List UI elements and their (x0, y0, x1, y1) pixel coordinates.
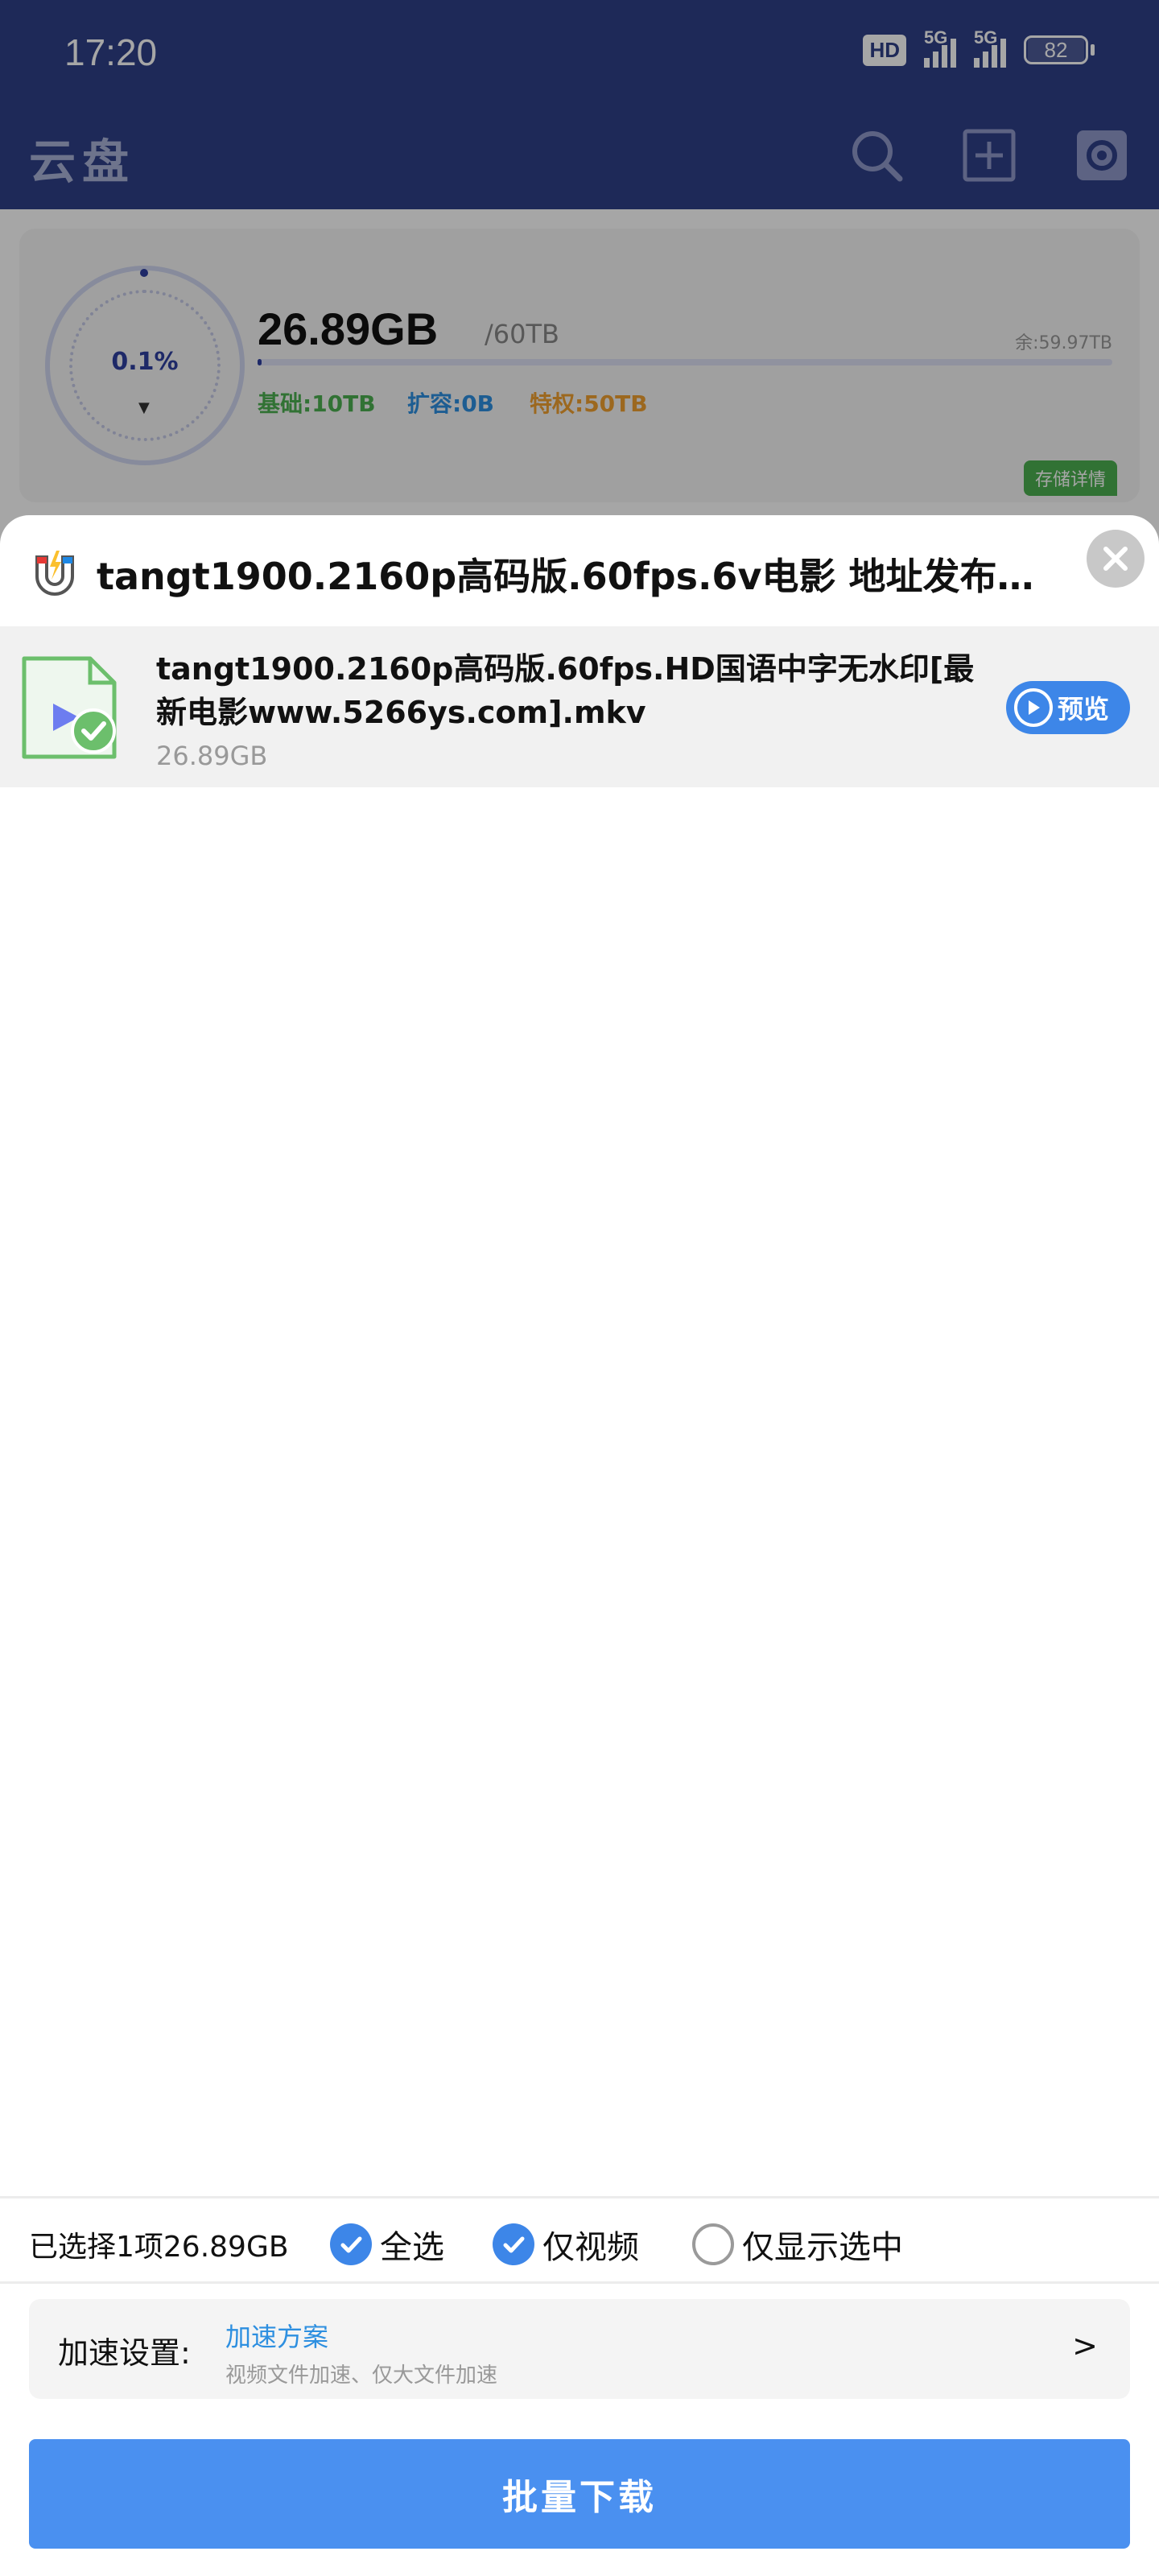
checked-icon (493, 2223, 534, 2265)
app-bar: 云盘 (0, 105, 1159, 209)
storage-used: 26.89GB (258, 303, 439, 354)
unchecked-icon (692, 2223, 734, 2265)
divider (0, 2196, 1159, 2198)
add-icon[interactable] (961, 127, 1017, 184)
close-icon (1103, 547, 1128, 571)
storage-detail-button[interactable]: 存储详情 (1023, 460, 1117, 496)
accel-settings-row[interactable]: 加速设置: 加速方案 视频文件加速、仅大文件加速 > (29, 2299, 1130, 2399)
hd-badge: HD (863, 34, 906, 66)
divider (0, 2281, 1159, 2284)
quota-base: 基础:10TB (258, 390, 376, 417)
storage-card: 0.1% ▼ 26.89GB /60TB 余:59.97TB 基础:10TB 扩… (19, 229, 1140, 502)
status-bar: 17:20 HD 5G 5G 82 (0, 0, 1159, 105)
settings-icon[interactable] (1074, 127, 1130, 184)
video-only-checkbox[interactable]: 仅视频 (493, 2221, 639, 2268)
video-file-icon (22, 656, 117, 759)
status-time: 17:20 (64, 31, 158, 73)
quota-expand: 扩容:0B (407, 390, 495, 417)
selection-bar: 已选择1项26.89GB 全选 仅视频 仅显示选中 (0, 2206, 1159, 2283)
file-name: tangt1900.2160p高码版.60fps.HD国语中字无水印[最新电影w… (156, 651, 975, 730)
status-icons: HD 5G 5G 82 (863, 27, 1095, 68)
signal-label-1: 5G (924, 27, 948, 47)
accel-description: 视频文件加速、仅大文件加速 (225, 2363, 498, 2388)
signal-label-2: 5G (974, 27, 998, 47)
play-icon (1014, 688, 1053, 727)
chevron-right-icon: > (1072, 2328, 1098, 2363)
storage-usage-bar (258, 359, 1112, 365)
storage-percent: 0.1% (111, 348, 179, 376)
batch-download-button[interactable]: 批量下载 (29, 2439, 1130, 2549)
file-size: 26.89GB (156, 741, 268, 771)
select-all-label: 全选 (380, 2229, 444, 2266)
accel-label: 加速设置: (58, 2335, 191, 2371)
search-icon[interactable] (848, 127, 905, 184)
selected-summary: 已选择1项26.89GB (29, 2231, 289, 2264)
storage-remaining: 余:59.97TB (1015, 333, 1112, 353)
signal-icon-2: 5G (974, 27, 1006, 68)
show-selected-checkbox[interactable]: 仅显示选中 (692, 2221, 903, 2268)
storage-total: /60TB (485, 319, 559, 349)
preview-button[interactable]: 预览 (1006, 681, 1130, 734)
show-selected-label: 仅显示选中 (742, 2229, 903, 2266)
signal-icon-1: 5G (924, 27, 956, 68)
battery-icon: 82 (1024, 35, 1095, 64)
battery-level: 82 (1028, 37, 1084, 63)
select-all-checkbox[interactable]: 全选 (330, 2221, 444, 2268)
storage-dial: 0.1% ▼ (45, 266, 245, 465)
checked-icon (330, 2223, 372, 2265)
sheet-header: tangt1900.2160p高码版.60fps.6v电影 地址发布页 www.… (0, 515, 1159, 626)
app-title: 云盘 (29, 134, 136, 189)
file-list-item[interactable]: tangt1900.2160p高码版.60fps.HD国语中字无水印[最新电影w… (0, 626, 1159, 787)
video-only-label: 仅视频 (542, 2229, 639, 2266)
sheet-title: tangt1900.2160p高码版.60fps.6v电影 地址发布页 www.… (97, 555, 1062, 598)
magnet-icon (35, 551, 74, 596)
preview-label: 预览 (1058, 694, 1110, 724)
close-button[interactable] (1087, 530, 1145, 588)
quota-privilege: 特权:50TB (530, 390, 648, 417)
accel-plan-link[interactable]: 加速方案 (225, 2317, 328, 2354)
